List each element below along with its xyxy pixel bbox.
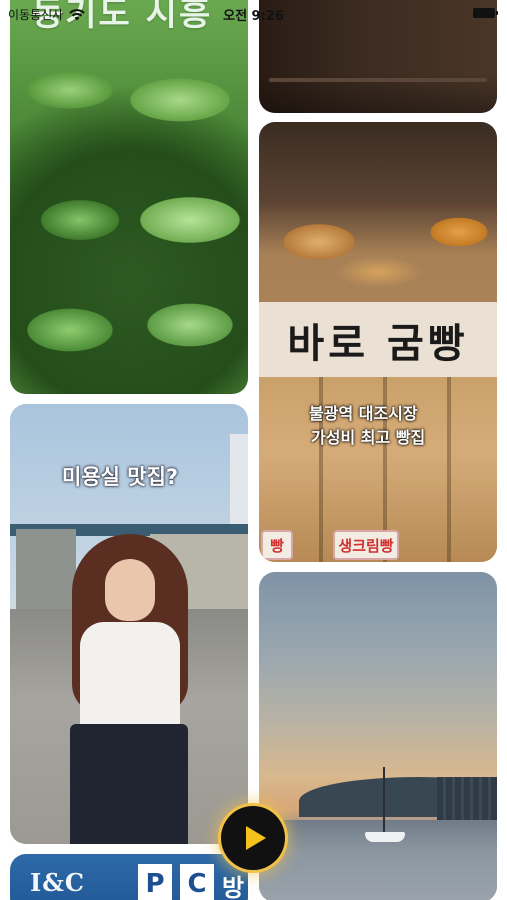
building-left: [16, 529, 76, 609]
bakery-subtitle-1: 불광역 대조시장: [309, 404, 418, 423]
price-tag-mid: 생크림빵: [333, 530, 399, 560]
sailboat: [365, 832, 405, 842]
title-band: 바로 굼빵: [259, 302, 497, 377]
video-card-leaves[interactable]: 동기도 시흥: [10, 0, 248, 394]
video-card-person[interactable]: 미용실 맛집?: [10, 404, 248, 844]
video-card-bakery[interactable]: 바로 굼빵 불광역 대조시장 가성비 최고 빵집 빵 생크림빵: [259, 122, 497, 562]
card-overlay-question: 미용실 맛집?: [62, 465, 179, 489]
sign-brand-text: I&C: [30, 868, 85, 897]
price-tag-left: 빵: [261, 530, 293, 560]
status-time: 오전 9:26: [223, 9, 284, 24]
bakery-subtitle-2: 가성비 최고 빵집: [311, 428, 426, 447]
play-button[interactable]: [221, 806, 285, 870]
leaves-thumbnail: [10, 0, 248, 394]
sign-letter-p: P: [138, 864, 172, 900]
bakery-title: 바로 굼빵: [287, 320, 469, 367]
video-card-sign[interactable]: I&C P C 방: [10, 854, 248, 900]
sign-bang-text: 방: [222, 874, 245, 900]
person-face: [105, 559, 155, 621]
play-icon: [246, 826, 266, 850]
city-skyline: [437, 777, 497, 822]
battery-icon: [473, 8, 498, 18]
status-bar: 이동통신사 오전 9:26: [0, 0, 507, 26]
shelf-line: [269, 78, 487, 82]
person-pants: [70, 724, 188, 844]
boat-mast: [383, 767, 385, 833]
video-card-sunset[interactable]: [259, 572, 497, 900]
person-shirt: [80, 622, 180, 732]
sign-letter-c: C: [180, 864, 214, 900]
